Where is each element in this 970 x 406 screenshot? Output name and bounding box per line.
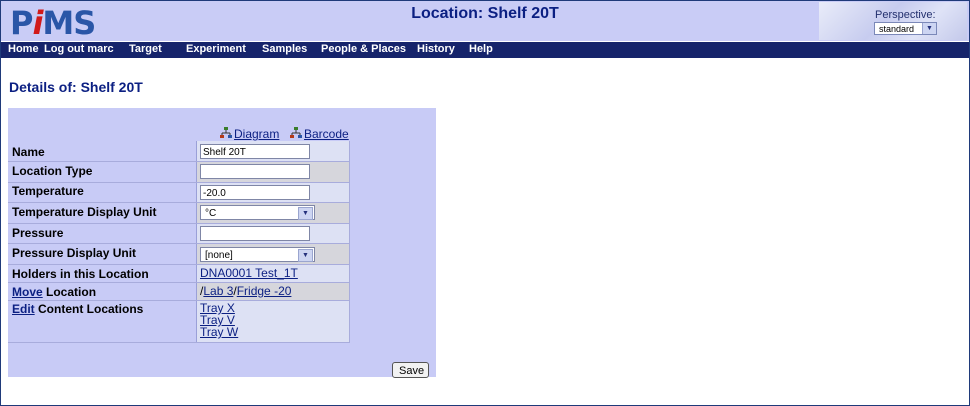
temperature-unit-label: Temperature Display Unit xyxy=(12,205,157,219)
diagram-link[interactable]: Diagram xyxy=(220,127,279,141)
chevron-down-icon[interactable]: ▼ xyxy=(298,249,313,262)
tree-icon xyxy=(290,127,302,138)
row-divider xyxy=(8,223,350,224)
row-divider xyxy=(8,264,350,265)
perspective-select[interactable]: standard ▼ xyxy=(874,22,937,35)
location-type-label: Location Type xyxy=(12,164,93,178)
pressure-unit-value: [none] xyxy=(205,250,233,261)
temperature-label: Temperature xyxy=(12,184,84,198)
name-label: Name xyxy=(12,145,45,159)
row-divider xyxy=(8,202,350,203)
move-suffix: Location xyxy=(42,285,97,299)
location-type-input[interactable] xyxy=(200,164,310,179)
edit-suffix: Content Locations xyxy=(34,302,144,316)
header: PiMS Location: Shelf 20T Perspective: st… xyxy=(1,1,969,42)
temperature-unit-select[interactable]: °C ▼ xyxy=(200,205,315,220)
pressure-input[interactable] xyxy=(200,226,310,241)
nav-logout[interactable]: Log out marc xyxy=(44,43,114,55)
chevron-down-icon[interactable]: ▼ xyxy=(922,23,936,34)
nav-samples[interactable]: Samples xyxy=(262,43,307,55)
content-link-tray-w[interactable]: Tray W xyxy=(200,326,238,338)
chevron-down-icon[interactable]: ▼ xyxy=(298,207,313,220)
nav-home[interactable]: Home xyxy=(8,43,39,55)
temperature-input[interactable]: -20.0 xyxy=(200,185,310,200)
path-link-fridge[interactable]: Fridge -20 xyxy=(237,284,292,298)
nav-people-places[interactable]: People & Places xyxy=(321,43,406,55)
nav-target[interactable]: Target xyxy=(129,43,162,55)
move-location-label: Move Location xyxy=(12,285,96,299)
edit-contents-label: Edit Content Locations xyxy=(12,302,143,316)
row-divider xyxy=(8,182,350,183)
details-title: Details of: Shelf 20T xyxy=(9,79,143,95)
perspective-value: standard xyxy=(879,24,915,34)
pressure-unit-label: Pressure Display Unit xyxy=(12,246,137,260)
holder-link[interactable]: DNA0001 Test_1T xyxy=(200,266,298,280)
nav-bar: Home Log out marc Target Experiment Samp… xyxy=(1,42,969,58)
move-link[interactable]: Move xyxy=(12,285,43,299)
pressure-label: Pressure xyxy=(12,226,64,240)
row-divider xyxy=(8,342,350,343)
name-input[interactable]: Shelf 20T xyxy=(200,144,310,159)
row-divider xyxy=(8,300,350,301)
details-panel: Diagram Barcode Name Location Type Tempe… xyxy=(8,108,436,377)
perspective-label: Perspective: xyxy=(875,9,936,21)
temperature-unit-value: °C xyxy=(205,208,217,219)
nav-experiment[interactable]: Experiment xyxy=(186,43,246,55)
edit-link[interactable]: Edit xyxy=(12,302,35,316)
pressure-unit-select[interactable]: [none] ▼ xyxy=(200,247,315,262)
perspective-box: Perspective: standard ▼ xyxy=(819,2,967,40)
barcode-link-label[interactable]: Barcode xyxy=(304,127,349,141)
location-path: /Lab 3/Fridge -20 xyxy=(200,284,291,298)
row-divider xyxy=(8,243,350,244)
holders-label: Holders in this Location xyxy=(12,267,149,281)
table-right-border xyxy=(349,141,350,342)
nav-help[interactable]: Help xyxy=(469,43,493,55)
row-divider xyxy=(8,282,350,283)
tree-icon xyxy=(220,127,232,138)
diagram-link-label[interactable]: Diagram xyxy=(234,127,279,141)
barcode-link[interactable]: Barcode xyxy=(290,127,349,141)
path-link-lab[interactable]: Lab 3 xyxy=(203,284,233,298)
save-button[interactable]: Save xyxy=(392,362,429,378)
nav-history[interactable]: History xyxy=(417,43,455,55)
row-divider xyxy=(8,161,350,162)
